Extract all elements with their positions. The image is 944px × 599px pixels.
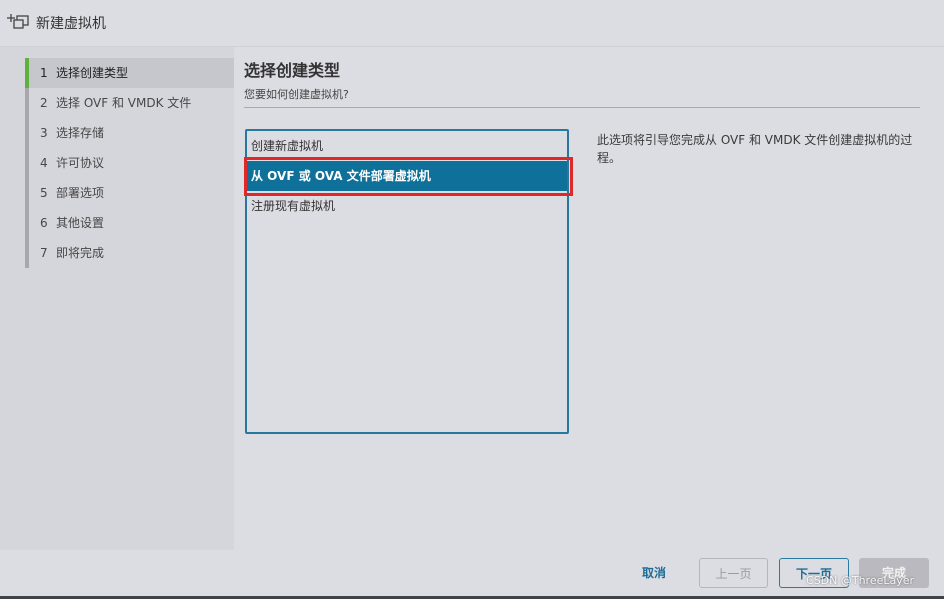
step-label: 许可协议	[56, 156, 105, 170]
option-register-existing-vm[interactable]: 注册现有虚拟机	[247, 191, 567, 221]
wizard-step-2[interactable]: 2 选择 OVF 和 VMDK 文件	[25, 88, 234, 118]
step-number: 5	[40, 186, 48, 200]
step-label: 其他设置	[56, 216, 105, 230]
new-vm-icon	[7, 12, 31, 32]
option-deploy-from-ovf-ova[interactable]: 从 OVF 或 OVA 文件部署虚拟机	[247, 161, 567, 191]
step-number: 7	[40, 246, 48, 260]
step-number: 4	[40, 156, 48, 170]
back-button[interactable]: 上一页	[699, 558, 768, 588]
page-title: 选择创建类型	[244, 61, 341, 80]
cancel-button[interactable]: 取消	[632, 558, 676, 588]
wizard-main-panel: 选择创建类型 您要如何创建虚拟机? 创建新虚拟机 从 OVF 或 OVA 文件部…	[234, 47, 944, 550]
wizard-step-3[interactable]: 3 选择存储	[25, 118, 234, 148]
wizard-step-1[interactable]: 1 选择创建类型	[25, 58, 234, 88]
step-number: 6	[40, 216, 48, 230]
option-create-new-vm[interactable]: 创建新虚拟机	[247, 131, 567, 161]
option-description: 此选项将引导您完成从 OVF 和 VMDK 文件创建虚拟机的过程。	[597, 133, 913, 165]
step-label: 选择 OVF 和 VMDK 文件	[56, 96, 192, 110]
wizard-step-5[interactable]: 5 部署选项	[25, 178, 234, 208]
page-subtitle: 您要如何创建虚拟机?	[244, 88, 349, 101]
dialog-title: 新建虚拟机	[36, 16, 106, 32]
step-number: 2	[40, 96, 48, 110]
wizard-steps-list: 1 选择创建类型 2 选择 OVF 和 VMDK 文件 3 选择存储 4 许可协议 5部…	[25, 58, 234, 268]
step-label: 部署选项	[56, 186, 105, 200]
wizard-step-4[interactable]: 4 许可协议	[25, 148, 234, 178]
wizard-steps-sidebar: 1 选择创建类型 2 选择 OVF 和 VMDK 文件 3 选择存储 4 许可协议 5部…	[0, 47, 234, 550]
new-vm-dialog: 新建虚拟机 1 选择创建类型 2 选择 OVF 和 VMDK 文件 3 选择存储 4许…	[0, 0, 944, 596]
dialog-titlebar: 新建虚拟机	[0, 0, 944, 47]
creation-type-list[interactable]: 创建新虚拟机 从 OVF 或 OVA 文件部署虚拟机 注册现有虚拟机	[245, 129, 569, 434]
step-number: 1	[40, 66, 48, 80]
step-label: 选择创建类型	[56, 66, 129, 80]
dialog-footer: 取消 上一页 下一页 完成	[0, 550, 944, 596]
watermark: CSDN @ThreeLayer	[806, 574, 915, 587]
wizard-step-7[interactable]: 7 即将完成	[25, 238, 234, 268]
header-divider	[244, 107, 920, 108]
wizard-step-6[interactable]: 6 其他设置	[25, 208, 234, 238]
step-label: 选择存储	[56, 126, 105, 140]
step-label: 即将完成	[56, 246, 105, 260]
step-number: 3	[40, 126, 48, 140]
